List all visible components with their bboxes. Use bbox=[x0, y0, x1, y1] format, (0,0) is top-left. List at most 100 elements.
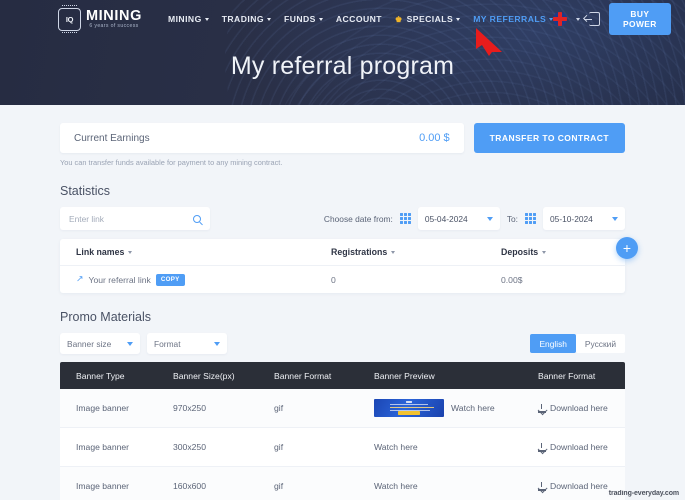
search-icon[interactable] bbox=[193, 214, 201, 223]
download-here-link[interactable]: Download here bbox=[550, 442, 608, 452]
column-header-banner-preview: Banner Preview bbox=[374, 370, 435, 381]
nav-label-funds: FUNDS bbox=[284, 14, 316, 24]
banner-download-cell: Download here bbox=[538, 481, 609, 491]
external-link-icon: ↗ bbox=[76, 273, 84, 284]
nav-label-account: ACCOUNT bbox=[335, 14, 382, 24]
statistics-table-header: Link names Registrations Deposits bbox=[60, 239, 625, 266]
format-value: Format bbox=[154, 338, 181, 349]
banner-download-cell: Download here bbox=[538, 442, 609, 452]
date-from-value: 05-04-2024 bbox=[424, 213, 468, 224]
column-header-link-names[interactable]: Link names bbox=[76, 247, 331, 257]
nav-item-account[interactable]: ACCOUNT bbox=[336, 14, 382, 24]
promo-materials-title: Promo Materials bbox=[60, 310, 151, 324]
logo-name: MINING bbox=[86, 7, 142, 24]
download-here-link[interactable]: Download here bbox=[550, 403, 608, 413]
login-icon[interactable] bbox=[584, 12, 600, 26]
banner-size: 160x600 bbox=[173, 481, 206, 491]
language-button-russian[interactable]: Русский bbox=[575, 334, 625, 353]
transfer-to-contract-button[interactable]: TRANSFER TO CONTRACT bbox=[473, 123, 625, 153]
language-toggle: English Русский bbox=[530, 334, 625, 353]
referral-link-label: Your referral link bbox=[88, 274, 151, 285]
logo-mark: IQ bbox=[65, 14, 74, 24]
chevron-down-icon bbox=[127, 341, 133, 346]
date-to-value: 05-10-2024 bbox=[550, 213, 593, 224]
current-earnings-label: Current Earnings bbox=[74, 132, 150, 144]
banner-thumbnail[interactable] bbox=[374, 399, 444, 417]
statistics-title: Statistics bbox=[60, 184, 111, 198]
date-range-picker: Choose date from: 05-04-2024 To: 05-10-2… bbox=[324, 207, 625, 230]
nav-label-my-referrals: MY REFERRALS bbox=[473, 14, 547, 24]
promo-table-header: Banner Type Banner Size(px) Banner Forma… bbox=[60, 362, 625, 389]
watch-here-link[interactable]: Watch here bbox=[451, 403, 495, 413]
main-navigation: MINING TRADING FUNDS ACCOUNT ♚ SPECIALS … bbox=[168, 14, 554, 24]
logo-tagline: 6 years of success bbox=[89, 23, 139, 30]
uk-flag-icon[interactable] bbox=[553, 12, 568, 26]
banner-type: Image banner bbox=[76, 442, 130, 452]
nav-item-funds[interactable]: FUNDS bbox=[284, 14, 323, 24]
column-label-deposits: Deposits bbox=[501, 247, 539, 257]
current-earnings-value: 0.00 $ bbox=[419, 132, 450, 144]
column-header-registrations[interactable]: Registrations bbox=[331, 247, 501, 257]
date-from-field[interactable]: 05-04-2024 bbox=[417, 207, 500, 230]
download-here-link[interactable]: Download here bbox=[550, 481, 608, 491]
chevron-down-icon bbox=[486, 216, 493, 221]
column-header-deposits[interactable]: Deposits bbox=[501, 247, 609, 257]
chevron-down-icon bbox=[267, 17, 271, 21]
chevron-down-icon[interactable] bbox=[576, 17, 581, 21]
column-header-banner-format: Banner Format bbox=[274, 370, 332, 381]
search-input[interactable] bbox=[69, 213, 179, 224]
column-label-link-names: Link names bbox=[76, 247, 125, 257]
add-link-button[interactable]: + bbox=[616, 237, 638, 259]
download-icon bbox=[538, 403, 546, 413]
format-select[interactable]: Format bbox=[147, 333, 227, 354]
nav-item-trading[interactable]: TRADING bbox=[222, 14, 271, 24]
chevron-down-icon bbox=[318, 17, 323, 21]
promo-materials-table: Banner Type Banner Size(px) Banner Forma… bbox=[60, 362, 625, 500]
date-to-field[interactable]: 05-10-2024 bbox=[543, 207, 625, 230]
chip-icon: IQ bbox=[58, 5, 81, 33]
chevron-down-icon bbox=[204, 17, 209, 21]
column-header-banner-type: Banner Type bbox=[76, 370, 125, 381]
registrations-value: 0 bbox=[331, 274, 336, 285]
chevron-down-icon bbox=[612, 216, 618, 221]
date-from-label: Choose date from: bbox=[323, 213, 393, 224]
earnings-section: Current Earnings 0.00 $ TRANSFER TO CONT… bbox=[60, 123, 625, 153]
table-row: Image banner 160x600 gif Watch here Down… bbox=[60, 467, 625, 500]
chevron-down-icon bbox=[214, 341, 220, 346]
date-to-label: To: bbox=[506, 213, 518, 224]
site-header: IQ MINING 6 years of success MINING TRAD… bbox=[0, 0, 685, 105]
chevron-down-icon bbox=[456, 17, 461, 21]
chevron-down-icon bbox=[128, 250, 133, 254]
nav-item-mining[interactable]: MINING bbox=[168, 14, 209, 24]
watermark: trading-everyday.com bbox=[606, 490, 681, 497]
statistics-table: Link names Registrations Deposits ↗ Your… bbox=[60, 237, 638, 293]
banner-format: gif bbox=[274, 403, 284, 413]
table-row: Image banner 970x250 gif Watch here Down… bbox=[60, 389, 625, 428]
copy-button[interactable]: COPY bbox=[155, 273, 185, 286]
banner-preview-cell: Watch here bbox=[374, 481, 538, 491]
banner-preview-cell: Watch here bbox=[374, 442, 538, 452]
banner-download-cell: Download here bbox=[538, 403, 609, 413]
buy-power-button[interactable]: BUY POWER bbox=[608, 3, 671, 35]
page-content: Current Earnings 0.00 $ TRANSFER TO CONT… bbox=[0, 105, 685, 500]
deposits-value: 0.00$ bbox=[501, 274, 523, 285]
earnings-note: You can transfer funds available for pay… bbox=[60, 158, 283, 167]
nav-item-specials[interactable]: ♚ SPECIALS bbox=[395, 14, 461, 24]
column-label-registrations: Registrations bbox=[331, 247, 388, 257]
nav-item-my-referrals[interactable]: MY REFERRALS bbox=[473, 14, 554, 24]
column-header-banner-size: Banner Size(px) bbox=[173, 370, 235, 381]
banner-size-select[interactable]: Banner size bbox=[60, 333, 140, 354]
nav-label-mining: MINING bbox=[167, 14, 202, 24]
calendar-icon[interactable] bbox=[525, 213, 536, 224]
search-box[interactable] bbox=[60, 207, 210, 230]
banner-size: 300x250 bbox=[173, 442, 206, 452]
site-logo[interactable]: IQ MINING 6 years of success bbox=[58, 5, 142, 33]
language-button-english[interactable]: English bbox=[530, 334, 576, 353]
table-row: Image banner 300x250 gif Watch here Down… bbox=[60, 428, 625, 467]
watch-here-link[interactable]: Watch here bbox=[374, 442, 418, 452]
watch-here-link[interactable]: Watch here bbox=[374, 481, 418, 491]
calendar-icon[interactable] bbox=[399, 213, 411, 224]
download-icon bbox=[538, 442, 546, 452]
table-row: ↗ Your referral link COPY 0 0.00$ bbox=[60, 266, 625, 293]
banner-type: Image banner bbox=[76, 481, 130, 491]
